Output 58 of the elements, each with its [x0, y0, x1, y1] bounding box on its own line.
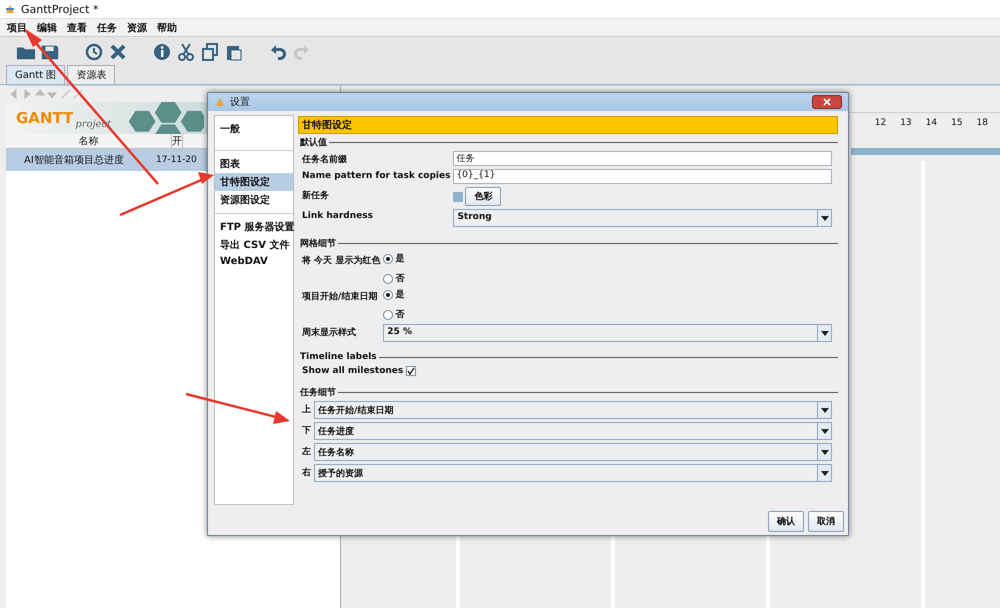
timeline-tick: 13	[900, 118, 912, 128]
text-field[interactable]: 任务	[453, 151, 832, 166]
field-label: 将 今天 显示为红色	[302, 254, 380, 267]
dropdown[interactable]: Strong	[453, 209, 832, 227]
timeline-tick: 18	[976, 118, 988, 128]
task-name: AI智能音箱项目总进度	[23, 154, 125, 167]
field-label: 左	[302, 446, 311, 458]
field-label: 上	[302, 403, 311, 416]
dropdown[interactable]: 任务进度	[314, 422, 832, 440]
radio-label: 是	[395, 252, 404, 265]
menu-item[interactable]: 查看	[67, 20, 87, 34]
field-label: Show all milestones	[302, 365, 404, 376]
field-label: 项目开始/结束日期	[302, 290, 378, 303]
window-title: GanttProject *	[21, 2, 98, 16]
dropdown[interactable]: 25 %	[383, 324, 832, 342]
task-start: 17-11-20	[156, 155, 197, 165]
dropdown[interactable]: 任务名称	[314, 443, 832, 461]
settings-category[interactable]: FTP 服务器设置	[215, 218, 293, 236]
logo-title: GANTT	[16, 109, 74, 127]
menu-item[interactable]: 资源	[127, 20, 147, 34]
section-title: 默认值	[300, 136, 327, 149]
timeline-tick: 14	[926, 118, 938, 128]
field-label: 下	[302, 425, 311, 437]
column-header[interactable]: 开	[172, 134, 183, 148]
section-title: 网格细节	[300, 237, 336, 250]
field-label: 新任务	[302, 189, 330, 202]
settings-category[interactable]: 图表	[215, 155, 293, 173]
tab[interactable]: 资源表	[67, 65, 116, 84]
dialog-button[interactable]: 确认	[768, 510, 804, 532]
dropdown[interactable]: 任务开始/结束日期	[314, 401, 832, 419]
settings-category[interactable]: WebDAV	[215, 254, 293, 269]
section-title: 任务细节	[300, 386, 336, 399]
settings-category[interactable]: 资源图设定	[215, 191, 293, 209]
dialog-button[interactable]: 取消	[808, 510, 844, 532]
tab[interactable]: Gantt 图	[6, 65, 66, 84]
radio-label: 是	[395, 288, 404, 301]
menu-item[interactable]: 项目	[7, 20, 27, 34]
field-label: Link hardness	[302, 210, 374, 221]
settings-category[interactable]: 甘特图设定	[215, 173, 293, 191]
field-label: 右	[302, 466, 311, 479]
radio-label: 否	[395, 308, 404, 321]
text-field[interactable]: {0}_{1}	[453, 169, 832, 184]
section-title: Timeline labels	[300, 352, 377, 362]
timeline-tick: 12	[874, 118, 886, 128]
settings-category[interactable]: 导出 CSV 文件	[215, 236, 293, 254]
settings-category[interactable]: 一般	[215, 120, 293, 138]
menu-item[interactable]: 任务	[97, 20, 117, 34]
field-label: 周末显示样式	[302, 326, 357, 339]
dialog-title: 设置	[230, 96, 250, 109]
color-button[interactable]: 色彩	[465, 187, 502, 206]
column-header[interactable]: 名称	[6, 134, 172, 148]
menu-item[interactable]: 编辑	[37, 20, 57, 34]
field-label: Name pattern for task copies	[302, 170, 450, 181]
timeline-tick: 15	[951, 118, 963, 128]
dropdown[interactable]: 授予的资源	[314, 464, 832, 482]
radio-label: 否	[395, 272, 404, 285]
menu-item[interactable]: 帮助	[157, 20, 177, 34]
panel-header: 甘特图设定	[298, 116, 838, 134]
